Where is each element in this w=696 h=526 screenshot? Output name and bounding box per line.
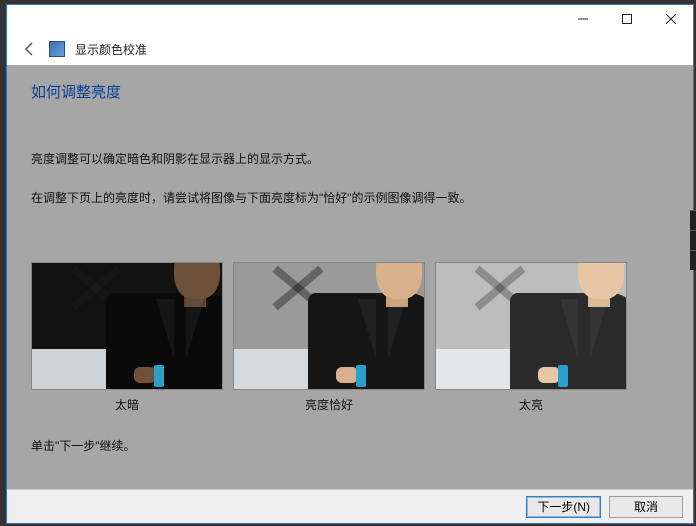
caption-too-bright: 太亮 bbox=[519, 396, 543, 413]
header-row: 显示颜色校准 bbox=[7, 33, 693, 65]
thumb-good bbox=[233, 262, 425, 390]
caption-too-dark: 太暗 bbox=[115, 396, 139, 413]
caption-good: 亮度恰好 bbox=[305, 396, 353, 413]
app-title: 显示颜色校准 bbox=[75, 41, 147, 58]
window-display-color-calibration: 显示颜色校准 如何调整亮度 亮度调整可以确定暗色和阴影在显示器上的显示方式。 在… bbox=[6, 4, 694, 524]
back-button[interactable] bbox=[19, 39, 39, 59]
next-button-label: 下一步(N) bbox=[537, 498, 590, 515]
footer-bar: 下一步(N) 取消 bbox=[7, 489, 693, 523]
maximize-button[interactable] bbox=[605, 5, 649, 33]
next-button[interactable]: 下一步(N) bbox=[526, 496, 601, 518]
example-too-bright: 太亮 bbox=[435, 262, 627, 413]
content-area: 如何调整亮度 亮度调整可以确定暗色和阴影在显示器上的显示方式。 在调整下页上的亮… bbox=[7, 65, 693, 489]
continue-prompt: 单击"下一步"继续。 bbox=[31, 437, 669, 456]
maximize-icon bbox=[622, 14, 632, 24]
minimize-button[interactable] bbox=[561, 5, 605, 33]
example-too-dark: 太暗 bbox=[31, 262, 223, 413]
intro-paragraph-1: 亮度调整可以确定暗色和阴影在显示器上的显示方式。 bbox=[31, 150, 669, 169]
back-icon bbox=[21, 41, 37, 57]
desktop-edge-strip bbox=[690, 210, 696, 270]
thumb-too-bright bbox=[435, 262, 627, 390]
close-icon bbox=[666, 14, 676, 24]
page-heading: 如何调整亮度 bbox=[31, 81, 669, 102]
close-button[interactable] bbox=[649, 5, 693, 33]
minimize-icon bbox=[578, 14, 588, 24]
thumb-too-dark bbox=[31, 262, 223, 390]
intro-paragraph-2: 在调整下页上的亮度时，请尝试将图像与下面亮度标为"恰好"的示例图像调得一致。 bbox=[31, 189, 669, 208]
app-icon bbox=[49, 41, 65, 57]
example-good: 亮度恰好 bbox=[233, 262, 425, 413]
cancel-button[interactable]: 取消 bbox=[609, 496, 683, 518]
titlebar bbox=[7, 5, 693, 33]
brightness-examples: 太暗 亮度恰好 太亮 bbox=[31, 262, 669, 413]
cancel-button-label: 取消 bbox=[634, 498, 658, 515]
